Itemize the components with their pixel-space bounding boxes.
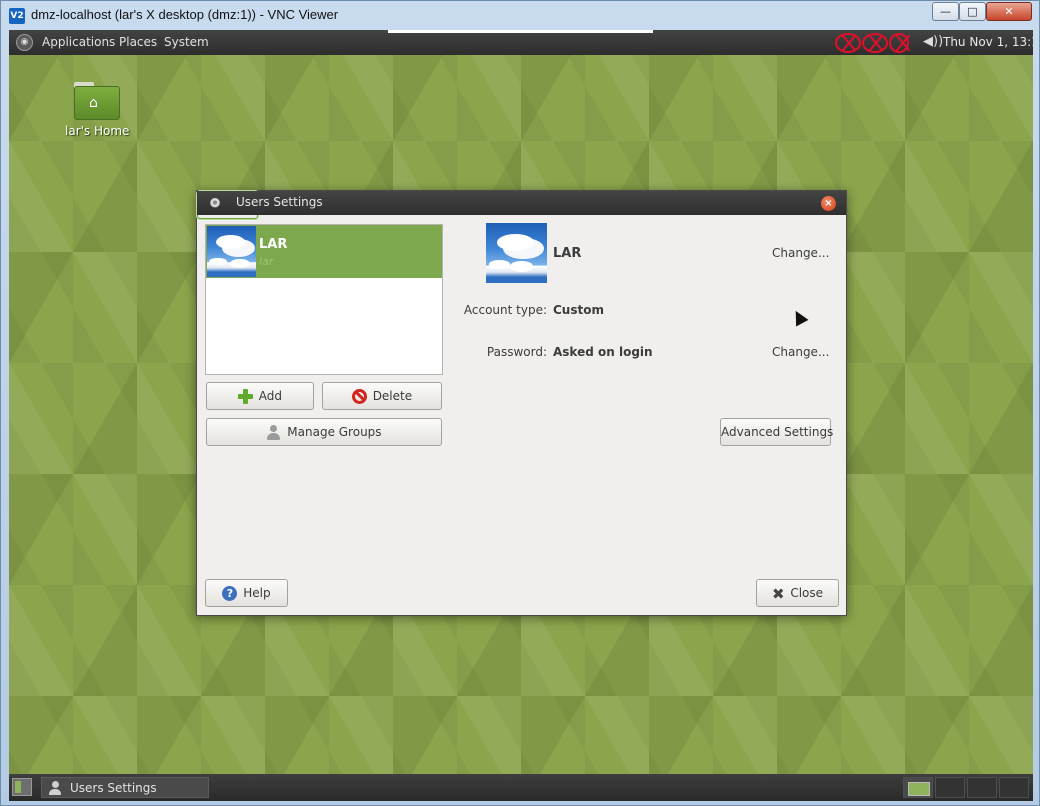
users-icon: [48, 781, 62, 795]
user-list[interactable]: LAR lar: [205, 224, 443, 375]
vnc-logo-icon: V2: [9, 8, 25, 24]
vnc-viewer-window: V2 dmz-localhost (lar's X desktop (dmz:1…: [0, 0, 1040, 806]
add-user-label: Add: [258, 389, 283, 403]
taskbar-item-label: Users Settings: [70, 781, 157, 795]
home-folder-label: lar's Home: [65, 124, 130, 138]
menu-system[interactable]: System: [164, 35, 209, 49]
tray-error-icon[interactable]: [835, 33, 861, 53]
help-label: Help: [243, 586, 271, 600]
window-close-button[interactable]: ✕: [986, 2, 1032, 21]
taskbar-item-users-settings[interactable]: Users Settings: [41, 777, 209, 798]
maximize-button[interactable]: □: [959, 2, 986, 21]
vnc-titlebar[interactable]: V2 dmz-localhost (lar's X desktop (dmz:1…: [1, 1, 1039, 29]
delete-user-button[interactable]: Delete: [322, 382, 442, 410]
delete-user-label: Delete: [372, 389, 413, 403]
manage-groups-label: Manage Groups: [287, 425, 382, 439]
workspace-2[interactable]: [935, 777, 965, 798]
user-list-item-name: LAR: [259, 237, 288, 252]
advanced-settings-button[interactable]: Advanced Settings: [720, 418, 833, 446]
user-photo[interactable]: [486, 223, 547, 283]
plus-icon: [237, 389, 253, 404]
password-label: Password:: [486, 345, 547, 359]
main-menu-icon[interactable]: ◉: [16, 34, 33, 51]
window-menu-icon[interactable]: [210, 198, 220, 208]
workspace-3[interactable]: [967, 777, 997, 798]
group-icon: [266, 425, 281, 440]
user-avatar: [207, 226, 256, 277]
panel-focus-indicator: [388, 30, 653, 33]
close-label: Close: [790, 586, 824, 600]
account-type-value: Custom: [553, 303, 604, 317]
panel-clock[interactable]: Thu Nov 1, 13:10: [943, 35, 1033, 49]
password-value: Asked on login: [553, 345, 653, 359]
menu-applications[interactable]: Applications: [42, 35, 115, 49]
house-icon: ⌂: [89, 95, 98, 111]
dialog-titlebar[interactable]: Users Settings ×: [197, 191, 846, 215]
remote-desktop[interactable]: ◉ Applications Places System ◀)) Thu Nov…: [9, 30, 1033, 801]
home-folder-icon: ⌂: [74, 82, 120, 120]
user-list-item[interactable]: LAR lar: [206, 225, 442, 278]
change-password-button[interactable]: Change...: [772, 345, 829, 359]
user-full-name: LAR: [553, 246, 582, 261]
manage-groups-button[interactable]: Manage Groups: [206, 418, 442, 446]
volume-icon[interactable]: ◀)): [923, 34, 943, 49]
top-panel: ◉ Applications Places System ◀)) Thu Nov…: [9, 30, 1033, 55]
users-settings-dialog: Users Settings × LAR lar Add Delete Mana…: [196, 190, 847, 616]
tray-error-icon[interactable]: [889, 33, 909, 53]
show-desktop-button[interactable]: [12, 778, 32, 796]
menu-places[interactable]: Places: [119, 35, 157, 49]
add-user-button[interactable]: Add: [206, 382, 314, 410]
dialog-title: Users Settings: [236, 195, 323, 209]
system-tray: ◀)): [835, 33, 945, 53]
vnc-window-title: dmz-localhost (lar's X desktop (dmz:1)) …: [31, 7, 339, 22]
account-type-label: Account type:: [463, 303, 547, 317]
minimize-button[interactable]: —: [932, 2, 959, 21]
delete-icon: [351, 389, 367, 404]
dialog-close-icon[interactable]: ×: [821, 196, 836, 211]
tray-error-icon[interactable]: [862, 33, 888, 53]
workspace-1[interactable]: [903, 777, 933, 798]
close-icon: ✖: [771, 584, 785, 603]
bottom-panel: Users Settings: [9, 774, 1033, 801]
desktop-home-folder[interactable]: ⌂ lar's Home: [65, 82, 129, 138]
user-list-item-login: lar: [259, 255, 274, 268]
workspace-4[interactable]: [999, 777, 1029, 798]
help-icon: ?: [222, 586, 238, 601]
close-button[interactable]: ✖ Close: [756, 579, 839, 607]
help-button[interactable]: ? Help: [205, 579, 288, 607]
change-name-button[interactable]: Change...: [772, 246, 829, 260]
